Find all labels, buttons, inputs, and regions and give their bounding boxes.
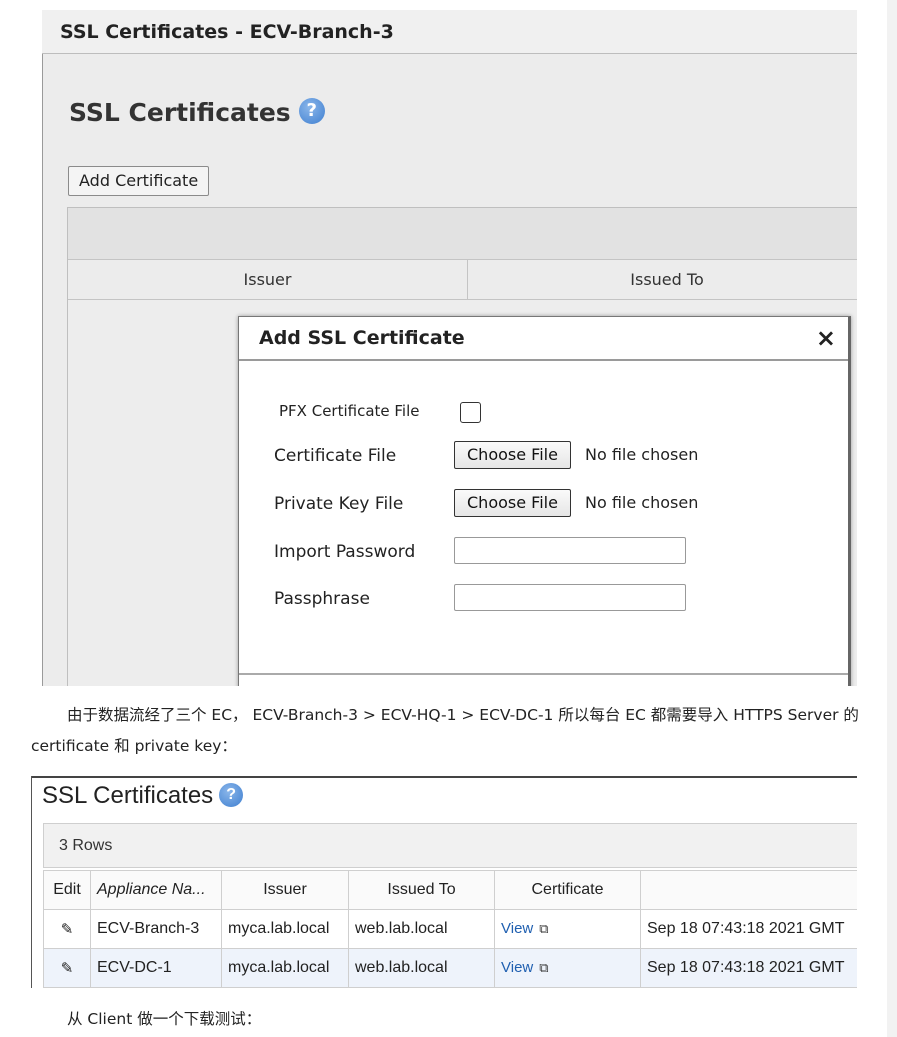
certificate-cell: View ⧉ bbox=[494, 948, 641, 988]
private-key-row: Private Key File Choose File No file cho… bbox=[239, 489, 848, 521]
external-link-icon: ⧉ bbox=[539, 921, 549, 936]
passphrase-input[interactable] bbox=[454, 584, 686, 611]
import-password-row: Import Password bbox=[239, 537, 848, 569]
view-certificate-link[interactable]: View bbox=[501, 959, 533, 976]
column-certificate[interactable]: Certificate bbox=[494, 870, 641, 910]
top-border bbox=[32, 776, 857, 778]
pfx-row: PFX Certificate File bbox=[239, 396, 848, 428]
help-icon[interactable]: ? bbox=[219, 782, 244, 807]
close-icon[interactable]: × bbox=[816, 317, 836, 359]
pfx-checkbox[interactable] bbox=[460, 402, 481, 423]
screenshot-certificate-list: SSL Certificates? 3 Rows Edit Appliance … bbox=[31, 776, 857, 988]
certificate-file-row: Certificate File Choose File No file cho… bbox=[239, 441, 848, 473]
column-issuer[interactable]: Issuer bbox=[68, 260, 468, 299]
passphrase-label: Passphrase bbox=[274, 589, 370, 609]
page-title-text: SSL Certificates bbox=[42, 782, 214, 809]
table-row: ✎ ECV-DC-1 myca.lab.local web.lab.local … bbox=[43, 948, 857, 988]
appliance-name: ECV-DC-1 bbox=[90, 948, 222, 988]
appliance-name: ECV-Branch-3 bbox=[90, 909, 222, 949]
table-toolbar bbox=[68, 208, 857, 260]
column-issuer[interactable]: Issuer bbox=[221, 870, 349, 910]
dialog-footer-divider bbox=[239, 673, 848, 675]
edit-cell: ✎ bbox=[43, 909, 91, 949]
pencil-icon[interactable]: ✎ bbox=[61, 960, 74, 977]
issued-to: web.lab.local bbox=[348, 948, 495, 988]
page-title-text: SSL Certificates bbox=[69, 98, 291, 127]
paragraph-data-flow: 由于数据流经了三个 EC， ECV-Branch-3 > ECV-HQ-1 > … bbox=[31, 706, 859, 755]
column-issued-to[interactable]: Issued To bbox=[468, 260, 857, 299]
column-appliance-name[interactable]: Appliance Na... bbox=[90, 870, 222, 910]
dialog-title: Add SSL Certificate bbox=[259, 327, 465, 349]
certificates-table: Edit Appliance Na... Issuer Issued To Ce… bbox=[43, 870, 857, 988]
window-title: SSL Certificates - ECV-Branch-3 bbox=[42, 10, 857, 54]
expiry: Sep 18 07:43:18 2021 GMT bbox=[640, 948, 857, 988]
private-key-file-status: No file chosen bbox=[585, 493, 699, 512]
table-header: Issuer Issued To bbox=[68, 260, 857, 300]
column-expiry[interactable] bbox=[640, 870, 857, 910]
row-count: 3 Rows bbox=[43, 823, 857, 868]
paragraph-download-test: 从 Client 做一个下载测试： bbox=[67, 1010, 262, 1028]
help-icon[interactable]: ? bbox=[298, 98, 325, 124]
passphrase-row: Passphrase bbox=[239, 584, 848, 616]
certificate-file-status: No file chosen bbox=[585, 445, 699, 464]
issued-to: web.lab.local bbox=[348, 909, 495, 949]
private-key-label: Private Key File bbox=[274, 494, 404, 514]
add-certificate-button[interactable]: Add Certificate bbox=[68, 166, 210, 196]
screenshot-add-certificate: SSL Certificates - ECV-Branch-3 SSL Cert… bbox=[31, 10, 857, 686]
private-key-choose-file-button[interactable]: Choose File bbox=[454, 489, 571, 517]
table-header: Edit Appliance Na... Issuer Issued To Ce… bbox=[43, 870, 857, 910]
page-title: SSL Certificates? bbox=[42, 782, 244, 810]
column-edit[interactable]: Edit bbox=[43, 870, 91, 910]
table-row: ✎ ECV-Branch-3 myca.lab.local web.lab.lo… bbox=[43, 909, 857, 949]
dialog-header: Add SSL Certificate × bbox=[239, 317, 848, 361]
import-password-input[interactable] bbox=[454, 537, 686, 564]
page-edge bbox=[887, 0, 897, 1037]
certificate-choose-file-button[interactable]: Choose File bbox=[454, 441, 571, 469]
external-link-icon: ⧉ bbox=[539, 960, 549, 975]
edit-cell: ✎ bbox=[43, 948, 91, 988]
certificate-file-label: Certificate File bbox=[274, 446, 397, 466]
certificate-cell: View ⧉ bbox=[494, 909, 641, 949]
pencil-icon[interactable]: ✎ bbox=[61, 921, 74, 938]
issuer: myca.lab.local bbox=[221, 948, 349, 988]
column-issued-to[interactable]: Issued To bbox=[348, 870, 495, 910]
page-title: SSL Certificates? bbox=[69, 98, 325, 127]
expiry: Sep 18 07:43:18 2021 GMT bbox=[640, 909, 857, 949]
view-certificate-link[interactable]: View bbox=[501, 920, 533, 937]
issuer: myca.lab.local bbox=[221, 909, 349, 949]
add-ssl-certificate-dialog: Add SSL Certificate × PFX Certificate Fi… bbox=[238, 316, 851, 686]
import-password-label: Import Password bbox=[274, 542, 416, 562]
pfx-label: PFX Certificate File bbox=[279, 402, 420, 420]
